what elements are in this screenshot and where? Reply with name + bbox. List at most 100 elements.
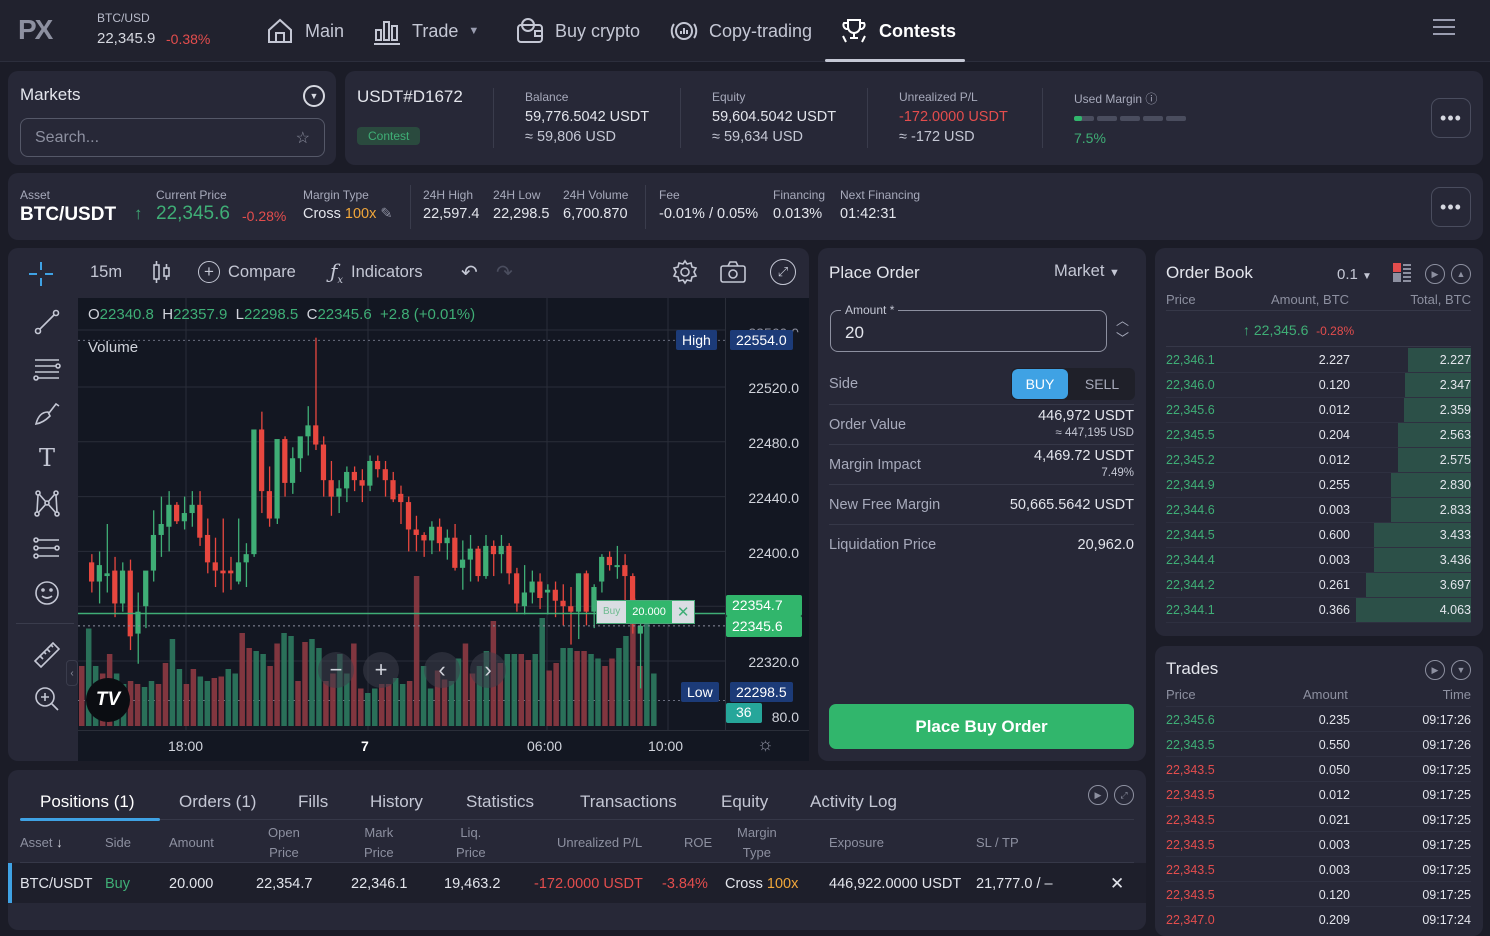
pattern-tool[interactable]	[30, 486, 64, 520]
fib-tool[interactable]	[30, 531, 64, 565]
play-icon[interactable]: ▶	[1425, 264, 1445, 284]
candle-body	[374, 460, 381, 470]
asset-value[interactable]: BTC/USDT	[20, 204, 116, 226]
close-position-icon[interactable]: ✕	[1110, 874, 1124, 894]
position-line-tag[interactable]: Buy 20.000 ✕	[596, 600, 696, 624]
order-book-row[interactable]: 22,346.0 0.120 2.347	[1166, 373, 1471, 398]
trades-header-time: Time	[1442, 687, 1471, 702]
order-book-row[interactable]: 22,345.6 0.012 2.359	[1166, 398, 1471, 423]
amount-input[interactable]: Amount * 20	[830, 303, 1107, 352]
chart-settings-button[interactable]	[672, 259, 698, 285]
play-icon[interactable]: ▶	[1425, 660, 1445, 680]
zoom-in-button[interactable]: +	[363, 652, 399, 688]
trade-amount: 0.003	[1318, 863, 1350, 877]
order-book-row[interactable]: 22,345.5 0.204 2.563	[1166, 423, 1471, 448]
zoom-out-button[interactable]: −	[318, 652, 354, 688]
nav-copy-trading[interactable]: Copy-trading	[669, 0, 812, 62]
nav-buy-crypto[interactable]: Buy crypto	[515, 0, 640, 62]
order-type-select[interactable]: Market ▼	[1054, 262, 1120, 281]
info-icon[interactable]: ⓘ	[1145, 92, 1157, 106]
play-icon[interactable]: ▶	[1088, 785, 1108, 805]
tab-positions[interactable]: Positions (1)	[40, 792, 134, 812]
ohlc-close: 22345.6	[317, 306, 372, 323]
interval-selector[interactable]: 15m	[90, 260, 122, 284]
amount-value[interactable]: 20	[845, 323, 864, 343]
time-scale[interactable]: 18:00 7 06:00 10:00 ☼	[78, 730, 809, 761]
candle-body	[444, 537, 450, 544]
volume-bar	[392, 678, 399, 726]
collapse-toolbar-button[interactable]: ‹	[66, 660, 78, 686]
star-icon[interactable]: ☆	[296, 128, 310, 148]
tab-equity[interactable]: Equity	[721, 792, 768, 812]
order-book-row[interactable]: 22,344.6 0.003 2.833	[1166, 498, 1471, 523]
precision-select[interactable]: 0.1 ▼	[1337, 266, 1372, 283]
emoji-tool[interactable]	[30, 576, 64, 610]
price-chart[interactable]: O22340.8 H22357.9 L22298.5 C22345.6 +2.8…	[78, 298, 725, 730]
buy-toggle-button[interactable]: BUY	[1012, 369, 1068, 399]
order-book-row[interactable]: 22,344.4 0.003 3.436	[1166, 548, 1471, 573]
account-more-button[interactable]: •••	[1431, 98, 1471, 138]
price-tick: 22520.0	[748, 380, 799, 396]
tradingview-logo[interactable]: TV	[86, 678, 130, 722]
position-sl-tp[interactable]: 21,777.0 / –	[976, 876, 1053, 892]
markets-dropdown-icon[interactable]: ▼	[303, 85, 325, 107]
tab-statistics[interactable]: Statistics	[466, 792, 534, 812]
text-tool-icon[interactable]: T	[30, 441, 64, 475]
order-book-row[interactable]: 22,345.2 0.012 2.575	[1166, 448, 1471, 473]
sell-toggle-button[interactable]: SELL	[1073, 369, 1131, 399]
brush-tool[interactable]	[30, 396, 64, 430]
amount-stepper[interactable]: ︿ ﹀	[1116, 312, 1129, 348]
indicators-button[interactable]: ƒx Indicators	[330, 259, 423, 286]
close-position-icon[interactable]: ✕	[671, 601, 695, 623]
collapse-up-icon[interactable]: ▲	[1451, 264, 1471, 284]
collapse-down-icon[interactable]: ▼	[1451, 660, 1471, 680]
col-asset[interactable]: Asset ↓	[20, 833, 63, 853]
market-search-input[interactable]: Search... ☆	[20, 118, 325, 157]
order-book-row[interactable]: 22,344.2 0.261 3.697	[1166, 573, 1471, 598]
fullscreen-button[interactable]: ⤢	[770, 259, 796, 285]
compare-button[interactable]: + Compare	[198, 260, 296, 284]
expand-icon[interactable]: ⤢	[1114, 785, 1134, 805]
margin-type-value[interactable]: Cross 100x ✎	[303, 206, 393, 222]
book-layout-icon[interactable]	[1393, 263, 1413, 283]
volume-bar	[351, 643, 357, 726]
tab-fills[interactable]: Fills	[298, 792, 328, 812]
place-buy-order-button[interactable]: Place Buy Order	[829, 704, 1134, 749]
chart-type-button[interactable]	[152, 260, 172, 284]
tab-orders[interactable]: Orders (1)	[179, 792, 256, 812]
volume-indicator-label[interactable]: Volume	[88, 339, 138, 356]
nav-contests[interactable]: Contests	[839, 0, 956, 62]
measure-tool[interactable]	[30, 638, 64, 672]
screenshot-button[interactable]	[719, 260, 747, 284]
candle-body	[390, 480, 396, 500]
order-book-row[interactable]: 22,344.1 0.366 4.063	[1166, 598, 1471, 623]
nav-trade[interactable]: Trade ▼	[372, 0, 479, 62]
undo-icon[interactable]: ↶	[461, 260, 478, 284]
tab-history[interactable]: History	[370, 792, 423, 812]
scale-settings-icon[interactable]: ☼	[757, 734, 774, 755]
candle-body	[544, 589, 551, 593]
crosshair-tool[interactable]	[26, 262, 56, 286]
logo[interactable]: PX	[18, 14, 53, 46]
current-price-value: 22,345.6	[156, 203, 230, 224]
nav-main[interactable]: Main	[265, 0, 344, 62]
tab-activity-log[interactable]: Activity Log	[810, 792, 897, 812]
decrement-icon[interactable]: ﹀	[1116, 330, 1129, 348]
order-book-row[interactable]: 22,346.1 2.227 2.227	[1166, 348, 1471, 373]
increment-icon[interactable]: ︿	[1116, 312, 1129, 330]
horizontal-lines-tool[interactable]	[30, 351, 64, 385]
scroll-right-button[interactable]: ›	[470, 652, 506, 688]
menu-icon[interactable]	[1433, 19, 1455, 37]
tab-transactions[interactable]: Transactions	[580, 792, 677, 812]
pencil-icon[interactable]: ✎	[380, 206, 392, 222]
candle-body	[228, 570, 234, 574]
price-scale[interactable]: 22560.0 22554.0 22520.0 22480.0 22440.0 …	[725, 298, 809, 730]
scroll-left-button[interactable]: ‹	[424, 652, 460, 688]
zoom-tool[interactable]	[30, 682, 64, 716]
candle-body	[552, 589, 558, 601]
order-book-row[interactable]: 22,344.9 0.255 2.830	[1166, 473, 1471, 498]
order-book-row[interactable]: 22,344.5 0.600 3.433	[1166, 523, 1471, 548]
redo-icon[interactable]: ↷	[496, 260, 513, 284]
trend-line-tool[interactable]	[30, 305, 64, 339]
asset-more-button[interactable]: •••	[1431, 187, 1471, 227]
